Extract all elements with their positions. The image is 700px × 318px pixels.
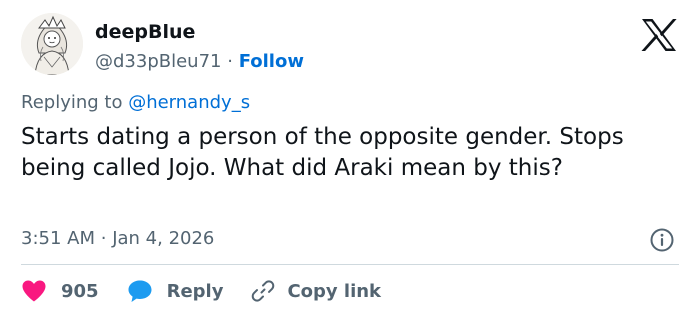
handle-separator: · [227,51,233,72]
copy-link-label: Copy link [287,280,382,302]
tweet-timestamp[interactable]: 3:51 AM · Jan 4, 2026 [21,227,214,251]
divider [21,264,679,265]
heart-icon [22,280,46,302]
replying-to-line: Replying to @hernandy_s [21,91,250,115]
timestamp-separator: · [100,228,107,249]
tweet-date: Jan 4, 2026 [112,228,215,249]
author-display-name[interactable]: deepBlue [95,20,304,44]
x-logo-icon[interactable] [640,18,678,52]
avatar[interactable] [21,13,83,75]
chat-bubble-icon [128,280,152,302]
reply-button[interactable]: Reply [127,279,224,303]
action-bar: 905 Reply Copy link [21,277,381,305]
author-handle-line: @d33pBleu71 · Follow [95,50,304,74]
like-button[interactable]: 905 [21,279,99,303]
avatar-sketch-image [21,13,83,75]
replying-to-mention[interactable]: @hernandy_s [128,92,250,113]
tweet-time: 3:51 AM [21,228,95,249]
reply-label: Reply [166,280,224,302]
like-count: 905 [61,280,99,302]
info-icon[interactable] [649,227,675,253]
author-block: deepBlue @d33pBleu71 · Follow [95,20,304,74]
tweet-embed-card: deepBlue @d33pBleu71 · Follow Replying t… [0,0,700,318]
link-icon [252,280,275,302]
copy-link-button[interactable]: Copy link [251,279,381,303]
follow-button[interactable]: Follow [239,51,304,72]
replying-to-prefix: Replying to [21,92,129,113]
author-handle[interactable]: @d33pBleu71 [95,51,222,72]
tweet-text: Starts dating a person of the opposite g… [21,124,624,181]
